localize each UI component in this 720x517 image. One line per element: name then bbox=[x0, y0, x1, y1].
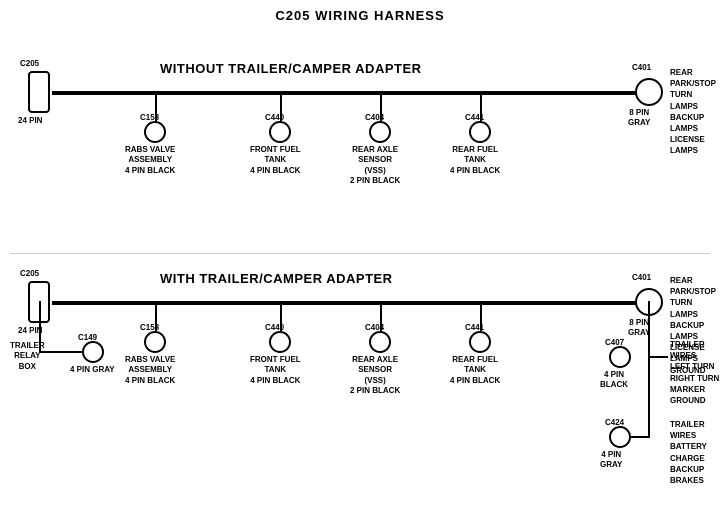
c149-circle bbox=[82, 341, 104, 363]
c404-top-label-above: C404 bbox=[365, 113, 384, 123]
wire-bot bbox=[52, 301, 650, 305]
c401-bot-label-above: C401 bbox=[632, 273, 651, 283]
c424-circle bbox=[609, 426, 631, 448]
c441-bot-label-below: REAR FUELTANK4 PIN BLACK bbox=[450, 355, 500, 386]
c440-top-label-above: C440 bbox=[265, 113, 284, 123]
wire-top bbox=[52, 91, 650, 95]
c407-horiz-line bbox=[648, 356, 668, 358]
c158-top-circle bbox=[144, 121, 166, 143]
c404-bot-label-above: C404 bbox=[365, 323, 384, 333]
c404-bot-circle bbox=[369, 331, 391, 353]
section2-label: WITH TRAILER/CAMPER ADAPTER bbox=[160, 271, 393, 286]
c440-bot-label-above: C440 bbox=[265, 323, 284, 333]
c441-top-label-above: C441 bbox=[465, 113, 484, 123]
c441-top-label-below: REAR FUELTANK4 PIN BLACK bbox=[450, 145, 500, 176]
c158-bot-circle bbox=[144, 331, 166, 353]
diagram-container: WITHOUT TRAILER/CAMPER ADAPTER C205 24 P… bbox=[0, 23, 720, 513]
section-divider bbox=[10, 253, 710, 254]
c441-top-circle bbox=[469, 121, 491, 143]
c440-top-label-below: FRONT FUELTANK4 PIN BLACK bbox=[250, 145, 301, 176]
c407-circle bbox=[609, 346, 631, 368]
c401-top-label-below: 8 PINGRAY bbox=[628, 108, 650, 129]
c440-top-circle bbox=[269, 121, 291, 143]
c149-label-above: C149 bbox=[78, 333, 97, 343]
c158-top-label-below: RABS VALVEASSEMBLY4 PIN BLACK bbox=[125, 145, 175, 176]
c404-top-label-below: REAR AXLESENSOR(VSS)2 PIN BLACK bbox=[350, 145, 400, 187]
c158-bot-label-below: RABS VALVEASSEMBLY4 PIN BLACK bbox=[125, 355, 175, 386]
c441-bot-label-above: C441 bbox=[465, 323, 484, 333]
c407-label-below: 4 PINBLACK bbox=[600, 370, 628, 391]
c205-top-rect bbox=[28, 71, 50, 113]
c205-top-label-below: 24 PIN bbox=[18, 116, 42, 126]
c404-top-circle bbox=[369, 121, 391, 143]
c401-top-circle bbox=[635, 78, 663, 106]
c407-label-above: C407 bbox=[605, 338, 624, 348]
c404-bot-label-below: REAR AXLESENSOR(VSS)2 PIN BLACK bbox=[350, 355, 400, 397]
c424-right-label: TRAILER WIRESBATTERY CHARGEBACKUPBRAKES bbox=[670, 419, 720, 486]
c441-bot-circle bbox=[469, 331, 491, 353]
c149-extra-label: TRAILERRELAYBOX bbox=[10, 341, 45, 372]
c158-bot-label-above: C158 bbox=[140, 323, 159, 333]
c424-label-below: 4 PINGRAY bbox=[600, 450, 622, 471]
c424-horiz-line bbox=[630, 436, 650, 438]
c205-top-label-above: C205 bbox=[20, 59, 39, 69]
page-title: C205 WIRING HARNESS bbox=[0, 0, 720, 23]
c440-bot-circle bbox=[269, 331, 291, 353]
c401-top-label-above: C401 bbox=[632, 63, 651, 73]
c401-top-right-label: REAR PARK/STOPTURN LAMPSBACKUP LAMPSLICE… bbox=[670, 67, 720, 157]
c205-bot-label-above: C205 bbox=[20, 269, 39, 279]
c424-label-above: C424 bbox=[605, 418, 624, 428]
c158-top-label-above: C158 bbox=[140, 113, 159, 123]
section1-label: WITHOUT TRAILER/CAMPER ADAPTER bbox=[160, 61, 422, 76]
c407-right-label: TRAILER WIRESLEFT TURNRIGHT TURNMARKERGR… bbox=[670, 339, 720, 406]
c440-bot-label-below: FRONT FUELTANK4 PIN BLACK bbox=[250, 355, 301, 386]
c424-vert-line bbox=[648, 356, 650, 436]
c149-label-below: 4 PIN GRAY bbox=[70, 365, 115, 375]
c407-vert-line bbox=[648, 301, 650, 356]
